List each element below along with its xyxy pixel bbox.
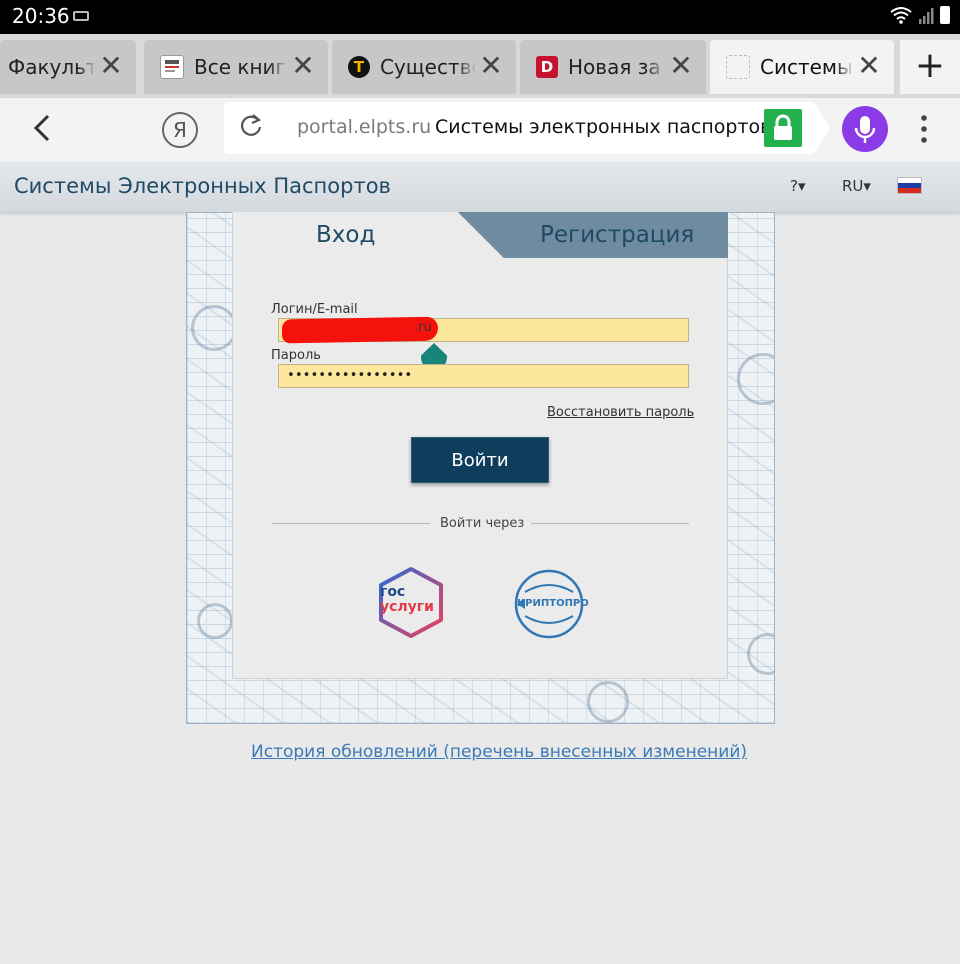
tab-title: Новая за	[568, 55, 661, 79]
close-tab-icon[interactable]: ✕	[96, 52, 126, 82]
login-button[interactable]: Войти	[411, 437, 549, 483]
divider-right	[531, 523, 689, 524]
book-cover-icon	[160, 55, 184, 79]
login-input-suffix: .ru	[414, 320, 432, 335]
address-row: Я portal.elpts.ru Системы электронных па…	[0, 98, 960, 162]
microphone-icon	[854, 116, 876, 143]
browser-tab-strip: Факульте ✕ Все книги ✕ T Существо ✕ D Но…	[0, 34, 960, 98]
close-tab-icon[interactable]: ✕	[854, 52, 884, 82]
gosuslugi-button[interactable]: гос услуги	[380, 585, 434, 615]
cryptopro-label: КРИПТОПРО	[517, 598, 589, 609]
browser-tab-2[interactable]: Все книги ✕	[144, 40, 328, 94]
browser-tab-3[interactable]: T Существо ✕	[332, 40, 516, 94]
close-tab-icon[interactable]: ✕	[288, 52, 318, 82]
status-bar: 20:36	[0, 0, 960, 34]
tab-title: Все книги	[194, 55, 288, 79]
language-selector[interactable]: RU▾	[842, 177, 871, 195]
wifi-icon	[890, 7, 912, 24]
tab-title: Системы	[760, 55, 853, 79]
browser-tab-4[interactable]: D Новая за ✕	[520, 40, 706, 94]
new-tab-button[interactable]: +	[900, 40, 960, 94]
d-logo-icon: D	[536, 56, 558, 78]
login-via-label: Войти через	[440, 516, 525, 531]
site-header: Системы Электронных Паспортов ?▾ RU▾	[0, 162, 960, 212]
tab-title: Факульте	[8, 55, 96, 79]
menu-button[interactable]	[914, 112, 934, 148]
close-tab-icon[interactable]: ✕	[666, 52, 696, 82]
browser-tab-active[interactable]: Системы ✕	[710, 40, 894, 94]
blank-favicon-icon	[726, 55, 750, 79]
gosuslugi-line1: гос	[380, 584, 406, 600]
divider-left	[272, 523, 430, 524]
yandex-button[interactable]: Я	[162, 112, 198, 148]
chevron-left-icon	[33, 114, 50, 142]
tab-title: Существо	[380, 55, 476, 79]
site-title[interactable]: Системы Электронных Паспортов	[14, 174, 391, 198]
russia-flag-icon[interactable]	[897, 177, 922, 194]
lock-icon[interactable]	[764, 109, 802, 147]
url-page-title: Системы электронных паспортов	[435, 116, 772, 138]
browser-tab-1[interactable]: Факульте ✕	[0, 40, 136, 94]
reload-icon[interactable]	[238, 112, 264, 145]
t-logo-icon: T	[348, 56, 370, 78]
url-domain: portal.elpts.ru	[297, 116, 432, 138]
battery-icon	[940, 6, 950, 24]
gosuslugi-line2: услуги	[380, 599, 434, 615]
status-icons	[890, 6, 950, 24]
restore-password-link[interactable]: Восстановить пароль	[547, 405, 694, 420]
tab-register[interactable]: Регистрация	[540, 222, 694, 248]
url-bar[interactable]: portal.elpts.ru Системы электронных пасп…	[224, 102, 830, 154]
password-input[interactable]: ••••••••••••••••	[278, 364, 689, 388]
status-time: 20:36	[12, 4, 70, 28]
kebab-menu-icon	[921, 115, 927, 143]
voice-search-button[interactable]	[842, 106, 888, 152]
close-tab-icon[interactable]: ✕	[476, 52, 506, 82]
password-label: Пароль	[271, 348, 321, 363]
keyboard-icon	[73, 11, 89, 21]
update-history-link[interactable]: История обновлений (перечень внесенных и…	[251, 742, 747, 762]
back-button[interactable]	[30, 110, 60, 150]
signal-icon	[919, 8, 934, 24]
tab-login[interactable]: Вход	[316, 222, 375, 248]
login-label: Логин/E-mail	[271, 302, 358, 317]
help-menu[interactable]: ?▾	[790, 177, 806, 195]
